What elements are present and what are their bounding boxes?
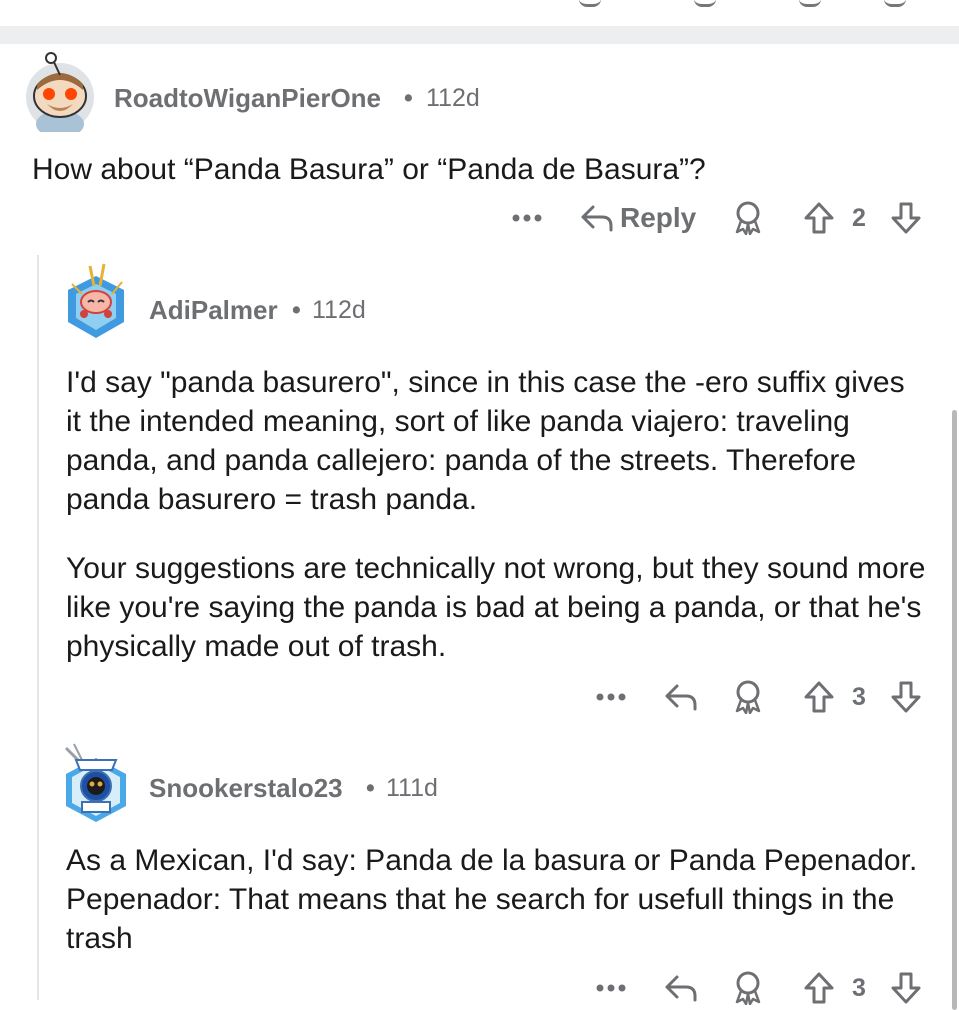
comment-paragraph: As a Mexican, I'd say: Panda de la basur… [66, 844, 918, 955]
comment-action-bar: 3 [0, 968, 959, 1008]
more-options-button[interactable] [596, 968, 626, 1008]
vote-score: 2 [852, 204, 866, 232]
upvote-arrow-icon [804, 202, 834, 234]
comment-body: How about “Panda Basura” or “Panda de Ba… [32, 150, 932, 189]
more-options-button[interactable] [596, 677, 626, 717]
downvote-button[interactable] [890, 198, 922, 238]
award-ribbon-icon [735, 680, 761, 714]
comment-author[interactable]: AdiPalmer [149, 295, 278, 326]
upvote-button[interactable] [803, 968, 835, 1008]
meta-separator: • [292, 296, 301, 324]
comment-age: 112d [312, 296, 366, 324]
thread-line[interactable] [37, 255, 39, 1000]
reply-arrow-icon [581, 205, 613, 232]
vote-score: 3 [852, 683, 866, 711]
reply-button[interactable] [664, 677, 698, 717]
award-button[interactable] [733, 968, 763, 1008]
meta-separator: • [366, 774, 375, 802]
award-ribbon-icon [735, 201, 761, 235]
avatar[interactable] [56, 740, 132, 824]
reply-button[interactable] [664, 968, 698, 1008]
comment-author[interactable]: Snookerstalo23 [149, 773, 343, 804]
ellipsis-icon [596, 693, 626, 701]
comment-age: 111d [386, 774, 438, 802]
comment-body: I'd say "panda basurero", since in this … [66, 363, 926, 666]
ellipsis-icon [512, 214, 542, 222]
snoo-avatar-icon [26, 52, 94, 132]
comment-author[interactable]: RoadtoWiganPierOne [114, 83, 381, 114]
upvote-arrow-icon [804, 681, 834, 713]
reply-button[interactable]: Reply [580, 198, 696, 238]
reply-label: Reply [620, 202, 697, 233]
downvote-arrow-icon [891, 681, 921, 713]
comment-paragraph: Your suggestions are technically not wro… [66, 552, 926, 663]
previous-post-action-icons [579, 0, 919, 8]
meta-separator: • [404, 84, 413, 112]
award-button[interactable] [733, 198, 763, 238]
downvote-button[interactable] [890, 968, 922, 1008]
downvote-arrow-icon [891, 202, 921, 234]
scrollbar[interactable] [952, 410, 957, 1010]
comment-action-bar: Reply 2 [0, 198, 959, 238]
comment-paragraph: How about “Panda Basura” or “Panda de Ba… [32, 153, 706, 186]
comment-paragraph: I'd say "panda basurero", since in this … [66, 366, 905, 516]
snoo-avatar-icon [68, 263, 124, 338]
avatar[interactable] [60, 262, 132, 342]
reply-arrow-icon [665, 975, 697, 1002]
upvote-button[interactable] [803, 677, 835, 717]
comment-body: As a Mexican, I'd say: Panda de la basur… [66, 841, 926, 958]
reply-arrow-icon [665, 684, 697, 711]
comment-age: 112d [426, 84, 480, 112]
previous-post-action-bar [0, 0, 959, 26]
downvote-button[interactable] [890, 677, 922, 717]
ellipsis-icon [596, 984, 626, 992]
avatar[interactable] [25, 52, 95, 132]
vote-score: 3 [852, 974, 866, 1002]
snoo-avatar-icon [64, 743, 126, 822]
comment-action-bar: 3 [0, 677, 959, 717]
award-button[interactable] [733, 677, 763, 717]
more-options-button[interactable] [512, 198, 542, 238]
upvote-button[interactable] [803, 198, 835, 238]
